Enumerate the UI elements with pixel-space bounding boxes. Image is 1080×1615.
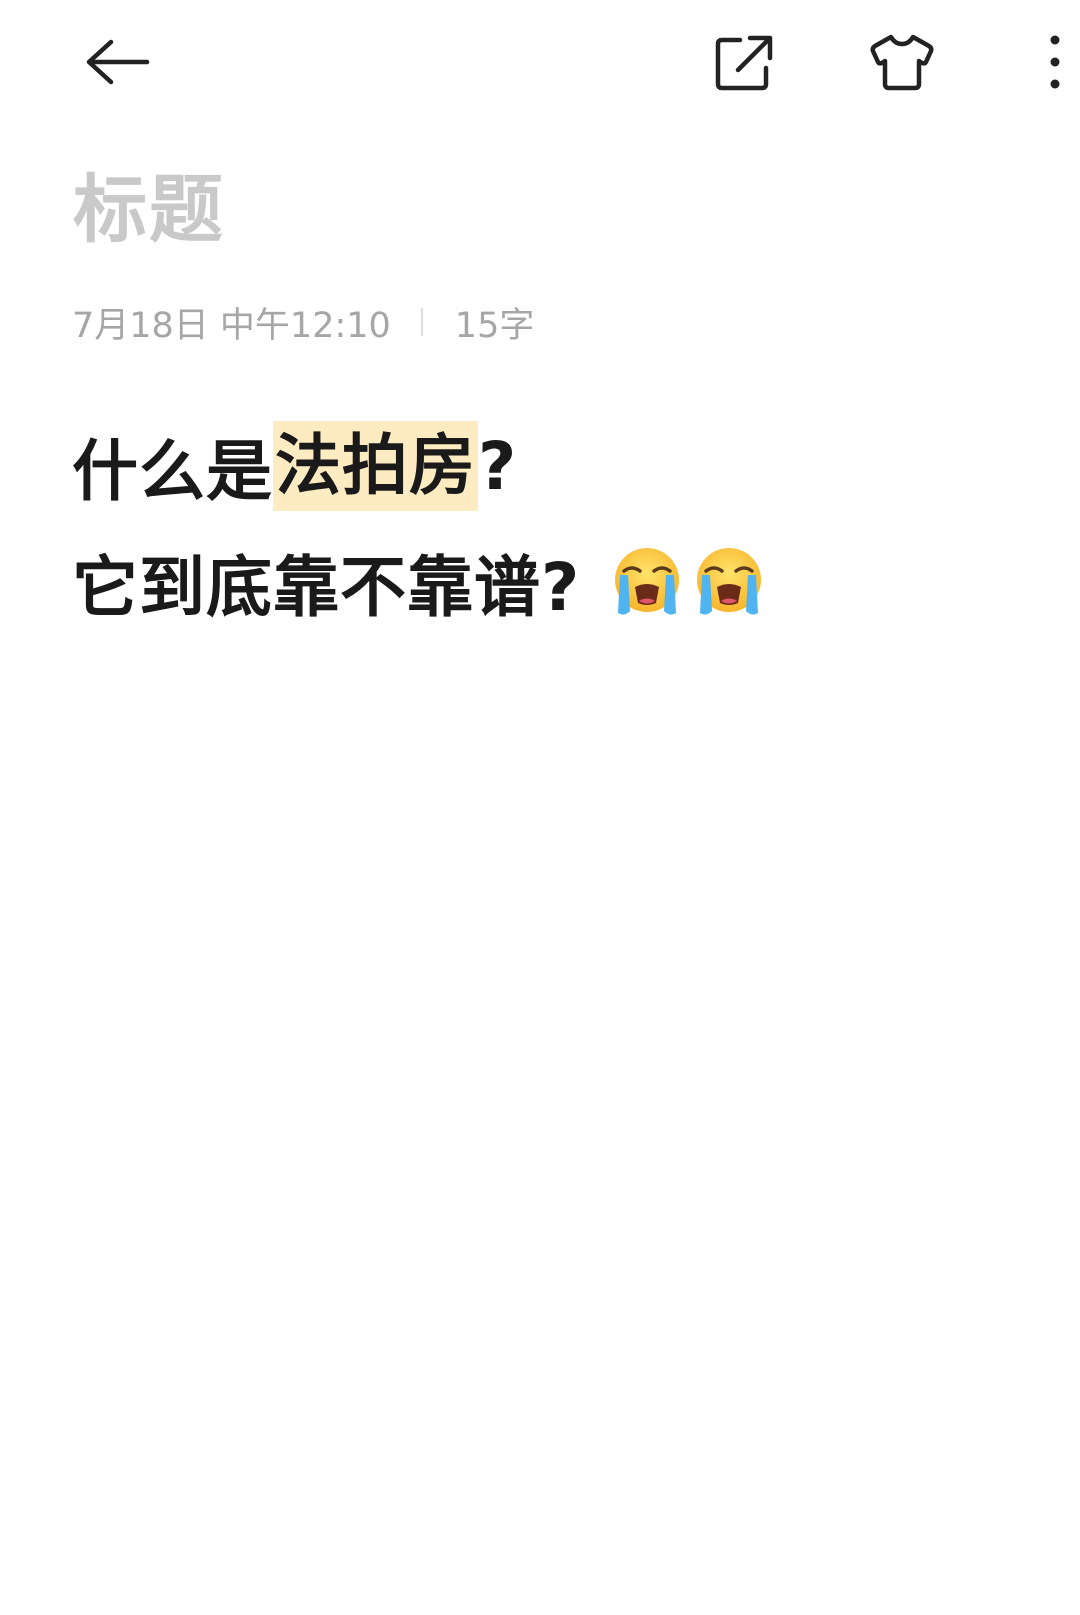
arrow-left-icon — [86, 39, 150, 85]
share-external-icon — [715, 35, 773, 91]
note-body[interactable]: 什么是 法拍房 ? 它到底靠不靠谱? — [72, 412, 1032, 636]
note-date: 7月18日 中午12:10 — [72, 305, 391, 346]
tshirt-skin-icon — [870, 34, 934, 91]
word-count: 15字 — [454, 305, 535, 346]
share-button[interactable] — [704, 22, 784, 102]
note-line-2: 它到底靠不靠谱? — [72, 528, 1032, 636]
theme-button[interactable] — [858, 22, 946, 102]
highlighted-text: 法拍房 — [273, 421, 478, 511]
line1-prefix: 什么是 — [72, 433, 273, 510]
loudly-crying-face-icon — [697, 548, 762, 615]
back-button[interactable] — [72, 22, 162, 102]
line1-suffix: ? — [478, 427, 518, 505]
line2-text: 它到底靠不靠谱? — [72, 549, 581, 626]
loudly-crying-face-icon — [615, 548, 680, 615]
note-meta: 7月18日 中午12:10 15字 — [72, 300, 534, 346]
note-title-input[interactable]: 标题 — [73, 165, 225, 255]
top-toolbar — [0, 0, 1080, 130]
more-options-button[interactable] — [1030, 22, 1080, 102]
note-line-1: 什么是 法拍房 ? — [72, 412, 1032, 520]
meta-divider — [420, 308, 423, 336]
more-vertical-icon — [1050, 35, 1060, 89]
